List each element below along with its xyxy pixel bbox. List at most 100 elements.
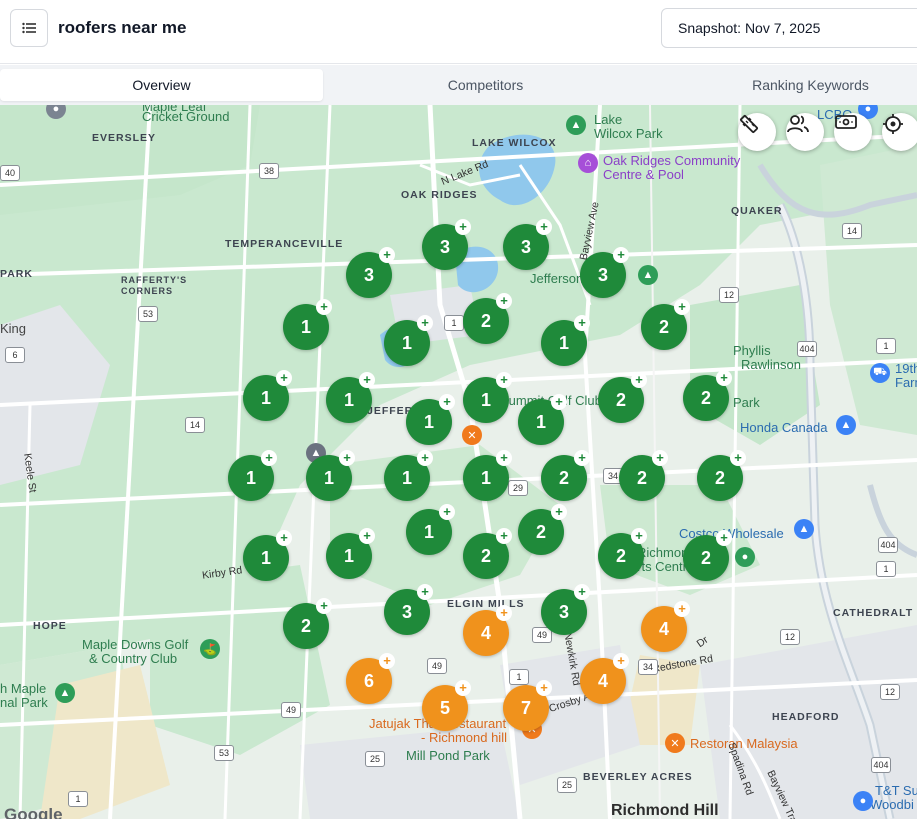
plus-icon[interactable]: + (551, 504, 567, 520)
plus-icon[interactable]: + (359, 372, 375, 388)
rank-marker[interactable]: 2 + (463, 528, 512, 579)
plus-icon[interactable]: + (379, 653, 395, 669)
plus-icon[interactable]: + (613, 247, 629, 263)
plus-icon[interactable]: + (574, 315, 590, 331)
rank-marker[interactable]: 3 + (503, 219, 552, 270)
plus-icon[interactable]: + (261, 450, 277, 466)
community-centre-icon[interactable]: ⌂ (578, 153, 598, 173)
plus-icon[interactable]: + (417, 584, 433, 600)
rank-marker[interactable]: 1 + (306, 450, 355, 501)
rank-marker[interactable]: 1 + (326, 528, 375, 579)
plus-icon[interactable]: + (674, 299, 690, 315)
snapshot-select[interactable]: Snapshot: Nov 7, 2025 (661, 8, 917, 48)
map[interactable]: Maple Leaf Cricket Ground EVERSLEY Lake … (0, 105, 917, 819)
plus-icon[interactable]: + (730, 450, 746, 466)
rank-marker[interactable]: 1 + (243, 530, 292, 581)
store-icon[interactable]: ▲ (794, 519, 814, 539)
rank-marker[interactable]: 1 + (228, 450, 277, 501)
rank-marker[interactable]: 2 + (598, 528, 647, 579)
revenue-button[interactable] (834, 113, 872, 151)
rank-marker[interactable]: 2 + (619, 450, 668, 501)
rank-marker[interactable]: 2 + (598, 372, 647, 423)
rank-marker[interactable]: 3 + (384, 584, 433, 635)
rank-marker[interactable]: 4 + (463, 605, 512, 656)
plus-icon[interactable]: + (631, 528, 647, 544)
rank-marker[interactable]: 4 + (580, 653, 629, 704)
locate-button[interactable] (882, 113, 917, 151)
plus-icon[interactable]: + (536, 219, 552, 235)
plus-icon[interactable]: + (716, 530, 732, 546)
plus-icon[interactable]: + (574, 450, 590, 466)
rank-marker[interactable]: 1 + (384, 315, 433, 366)
plus-icon[interactable]: + (316, 598, 332, 614)
plus-icon[interactable]: + (496, 372, 512, 388)
rank-marker[interactable]: 2 + (683, 530, 732, 581)
plus-icon[interactable]: + (379, 247, 395, 263)
plus-icon[interactable]: + (316, 299, 332, 315)
plus-icon[interactable]: + (496, 528, 512, 544)
plus-icon[interactable]: + (674, 601, 690, 617)
rank-marker[interactable]: 1 + (463, 372, 512, 423)
plus-icon[interactable]: + (455, 680, 471, 696)
plus-icon[interactable]: + (574, 584, 590, 600)
measure-button[interactable] (738, 113, 776, 151)
plus-icon[interactable]: + (417, 450, 433, 466)
tree-icon[interactable]: ▲ (638, 265, 658, 285)
plus-icon[interactable]: + (551, 394, 567, 410)
plus-icon[interactable]: + (439, 504, 455, 520)
plus-icon[interactable]: + (631, 372, 647, 388)
rank-marker[interactable]: 1 + (463, 450, 512, 501)
place-pin-icon[interactable]: ● (735, 547, 755, 567)
plus-icon[interactable]: + (496, 450, 512, 466)
car-dealer-icon[interactable]: ▲ (836, 415, 856, 435)
store-icon[interactable]: ● (853, 791, 873, 811)
rank-marker[interactable]: 1 + (283, 299, 332, 350)
rank-marker[interactable]: 2 + (683, 370, 732, 421)
rank-marker[interactable]: 2 + (463, 293, 512, 344)
rank-marker[interactable]: 2 + (518, 504, 567, 555)
rank-marker[interactable]: 1 + (326, 372, 375, 423)
restaurant-icon[interactable]: ✕ (665, 733, 685, 753)
rank-marker[interactable]: 5 + (422, 680, 471, 731)
rank-marker[interactable]: 2 + (283, 598, 332, 649)
rank-marker[interactable]: 3 + (580, 247, 629, 298)
tab-overview[interactable]: Overview (0, 69, 323, 101)
rank-marker[interactable]: 2 + (541, 450, 590, 501)
plus-icon[interactable]: + (439, 394, 455, 410)
plus-icon[interactable]: + (276, 530, 292, 546)
plus-icon[interactable]: + (339, 450, 355, 466)
rank-marker[interactable]: 1 + (406, 504, 455, 555)
rank-marker[interactable]: 3 + (541, 584, 590, 635)
plus-icon[interactable]: + (276, 370, 292, 386)
restaurant-icon[interactable]: ✕ (462, 425, 482, 445)
shopping-cart-icon[interactable]: ⛟ (870, 363, 890, 383)
rank-marker[interactable]: 1 + (406, 394, 455, 445)
plus-icon[interactable]: + (496, 293, 512, 309)
plus-icon[interactable]: + (455, 219, 471, 235)
plus-icon[interactable]: + (496, 605, 512, 621)
rank-marker[interactable]: 3 + (346, 247, 395, 298)
competitors-button[interactable] (786, 113, 824, 151)
tab-competitors[interactable]: Competitors (323, 69, 648, 101)
rank-marker[interactable]: 3 + (422, 219, 471, 270)
plus-icon[interactable]: + (359, 528, 375, 544)
rank-marker[interactable]: 4 + (641, 601, 690, 652)
golf-icon[interactable]: ⛳ (200, 639, 220, 659)
tree-icon[interactable]: ▲ (55, 683, 75, 703)
menu-button[interactable] (10, 9, 48, 47)
plus-icon[interactable]: + (613, 653, 629, 669)
rank-marker[interactable]: 1 + (384, 450, 433, 501)
tree-icon[interactable]: ▲ (566, 115, 586, 135)
rank-marker[interactable]: 1 + (518, 394, 567, 445)
rank-marker[interactable]: 1 + (541, 315, 590, 366)
tab-ranking-keywords[interactable]: Ranking Keywords (648, 69, 917, 101)
plus-icon[interactable]: + (716, 370, 732, 386)
rank-marker[interactable]: 1 + (243, 370, 292, 421)
rank-marker[interactable]: 2 + (697, 450, 746, 501)
rank-marker[interactable]: 6 + (346, 653, 395, 704)
plus-icon[interactable]: + (652, 450, 668, 466)
plus-icon[interactable]: + (536, 680, 552, 696)
rank-marker[interactable]: 2 + (641, 299, 690, 350)
rank-marker[interactable]: 7 + (503, 680, 552, 731)
plus-icon[interactable]: + (417, 315, 433, 331)
